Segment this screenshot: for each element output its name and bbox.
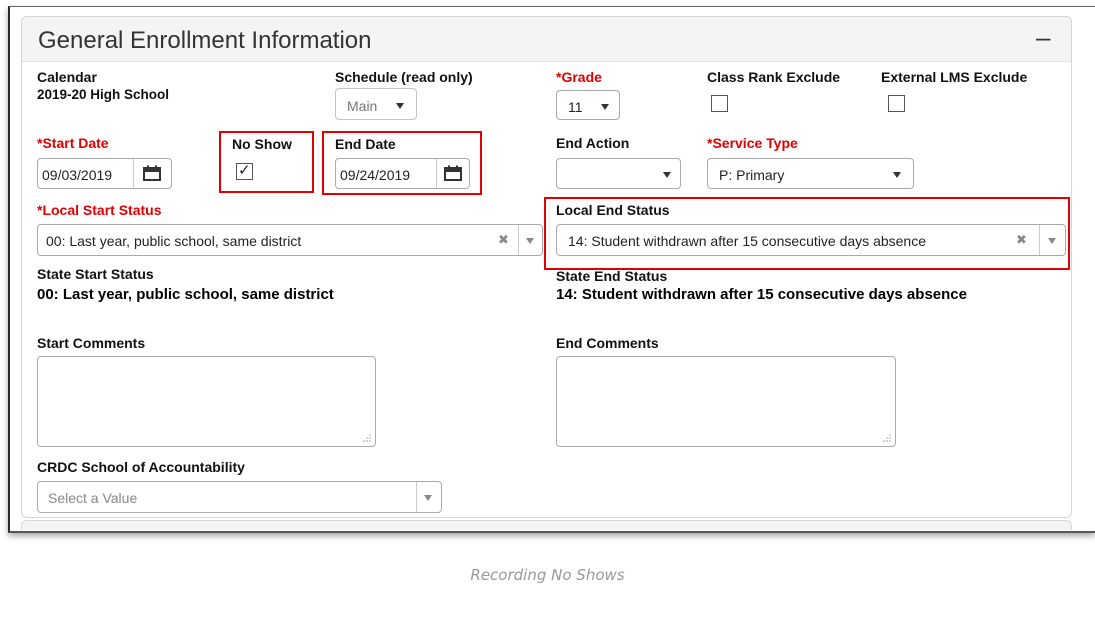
no-show-checkbox[interactable]: ✓ <box>236 162 253 180</box>
local-start-status-label: *Local Start Status <box>37 202 161 218</box>
external-lms-exclude-checkbox[interactable] <box>888 95 905 112</box>
resize-grip-icon[interactable] <box>883 434 891 442</box>
divider <box>416 482 417 512</box>
start-date-label: *Start Date <box>37 135 109 151</box>
crdc-school-label: CRDC School of Accountability <box>37 459 245 475</box>
resize-grip-icon[interactable] <box>363 434 371 442</box>
grade-select[interactable]: 11 <box>556 90 620 120</box>
start-date-label-text: Start Date <box>42 135 109 151</box>
divider <box>133 159 134 188</box>
calendar-icon[interactable] <box>444 165 462 181</box>
start-comments-label: Start Comments <box>37 335 146 351</box>
collapse-button[interactable]: – <box>1036 22 1050 53</box>
checkmark-icon: ✓ <box>238 162 251 179</box>
service-type-label-text: Service Type <box>712 135 798 151</box>
schedule-label: Schedule (read only) <box>335 69 473 85</box>
next-panel-edge <box>21 520 1072 530</box>
local-end-status-select[interactable]: 14: Student withdrawn after 15 consecuti… <box>556 224 1066 256</box>
panel-title: General Enrollment Information <box>38 27 372 54</box>
end-comments-textarea[interactable] <box>556 356 896 447</box>
schedule-select: Main <box>335 88 417 120</box>
state-start-status-label: State Start Status <box>37 266 154 282</box>
service-type-label: *Service Type <box>707 135 798 151</box>
divider <box>518 225 519 255</box>
chevron-down-icon <box>663 172 671 178</box>
chevron-down-icon <box>396 103 404 109</box>
clear-x-icon[interactable]: ✖ <box>1016 232 1027 248</box>
service-type-select[interactable]: P: Primary <box>707 158 914 189</box>
grade-label-text: Grade <box>561 69 602 85</box>
end-date-input[interactable]: 09/24/2019 <box>335 158 470 189</box>
external-lms-exclude-label: External LMS Exclude <box>881 69 1028 85</box>
chevron-down-icon <box>893 172 901 178</box>
start-date-value: 09/03/2019 <box>42 167 113 183</box>
chevron-down-icon[interactable] <box>1048 238 1056 244</box>
crdc-school-select[interactable]: Select a Value <box>37 481 442 513</box>
clear-x-icon[interactable]: ✖ <box>498 232 509 248</box>
no-show-label: No Show <box>232 136 292 152</box>
service-type-value: P: Primary <box>719 167 785 183</box>
state-start-status-value: 00: Last year, public school, same distr… <box>37 286 334 303</box>
divider <box>1039 225 1040 255</box>
end-action-label: End Action <box>556 135 630 151</box>
chevron-down-icon <box>601 104 609 110</box>
state-end-status-value: 14: Student withdrawn after 15 consecuti… <box>556 286 967 303</box>
schedule-value: Main <box>347 98 378 114</box>
local-end-status-label: Local End Status <box>556 202 670 218</box>
end-action-select[interactable] <box>556 158 681 189</box>
end-date-value: 09/24/2019 <box>340 167 411 183</box>
calendar-label: Calendar <box>37 69 97 85</box>
class-rank-exclude-checkbox[interactable] <box>711 95 728 112</box>
calendar-icon[interactable] <box>143 165 161 181</box>
local-start-status-value: 00: Last year, public school, same distr… <box>46 233 302 249</box>
end-date-label: End Date <box>335 136 396 152</box>
divider <box>436 159 437 188</box>
grade-label: *Grade <box>556 69 602 85</box>
start-date-input[interactable]: 09/03/2019 <box>37 158 172 189</box>
crdc-school-placeholder: Select a Value <box>48 490 138 506</box>
local-start-status-label-text: Local Start Status <box>42 202 162 218</box>
start-comments-textarea[interactable] <box>37 356 376 447</box>
grade-value: 11 <box>568 99 583 115</box>
local-start-status-select[interactable]: 00: Last year, public school, same distr… <box>37 224 543 256</box>
chevron-down-icon[interactable] <box>424 495 432 501</box>
local-end-status-value: 14: Student withdrawn after 15 consecuti… <box>568 233 926 249</box>
chevron-down-icon[interactable] <box>526 238 534 244</box>
calendar-value: 2019-20 High School <box>37 87 170 102</box>
end-comments-label: End Comments <box>556 335 659 351</box>
class-rank-exclude-label: Class Rank Exclude <box>707 69 841 85</box>
figure-caption: Recording No Shows <box>470 566 625 584</box>
